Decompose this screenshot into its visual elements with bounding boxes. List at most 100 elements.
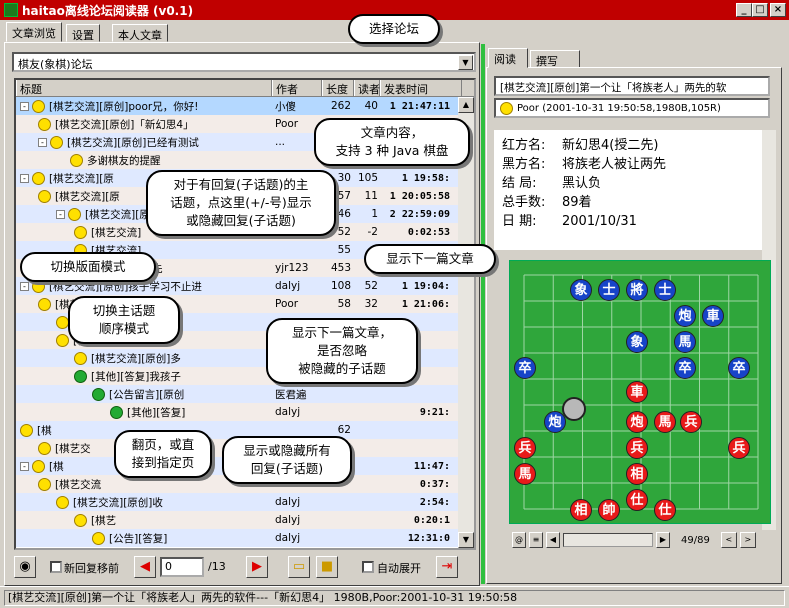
col-time[interactable]: 发表时间 [380, 80, 462, 96]
row-title-text: [棋艺交流] [91, 226, 142, 239]
chess-piece[interactable]: 馬 [674, 331, 696, 353]
scroll-up-icon[interactable]: ▲ [458, 97, 474, 113]
chess-piece[interactable]: 仕 [654, 499, 676, 521]
callout-next-article: 显示下一篇文章 [364, 244, 496, 274]
dropdown-arrow-icon[interactable]: ▼ [458, 55, 473, 70]
smile-icon [32, 171, 45, 185]
chess-piece[interactable]: 士 [598, 279, 620, 301]
scroll-down-icon[interactable]: ▼ [458, 532, 474, 548]
col-title[interactable]: 标题 [16, 80, 272, 96]
tab-compose[interactable]: 撰写 [530, 50, 580, 68]
board-prev-icon[interactable]: < [720, 532, 737, 548]
expand-toggle-icon[interactable]: - [56, 209, 65, 219]
chess-piece[interactable]: 象 [626, 331, 648, 353]
row-author: dalyj [275, 514, 301, 526]
prev-page-button[interactable]: ◀ [134, 556, 156, 578]
article-title-field: [棋艺交流][原创]第一个让「将族老人」两先的软 [494, 76, 770, 96]
board-start-icon[interactable]: ◀ [546, 532, 560, 548]
tab-read[interactable]: 阅读 [488, 48, 528, 68]
table-row[interactable]: - [棋艺交流][原创]poor兄，你好! 小傻 262 40 1 21:47:11 [16, 97, 474, 115]
chess-piece[interactable]: 兵 [728, 437, 750, 459]
chess-piece[interactable]: 兵 [680, 411, 702, 433]
chess-piece[interactable]: 車 [626, 381, 648, 403]
chess-piece[interactable]: 兵 [626, 437, 648, 459]
table-row[interactable]: [公告][答复] dalyj 12:31:0 [16, 529, 474, 547]
row-len: 58 [337, 298, 351, 310]
chess-piece[interactable]: 卒 [674, 357, 696, 379]
table-row[interactable]: [棋艺 dalyj 0:20:1 [16, 511, 474, 529]
expand-toggle-icon[interactable]: - [20, 461, 29, 471]
minimize-button[interactable]: _ [736, 3, 752, 17]
callout-next-skip: 显示下一篇文章， 是否忽略 被隐藏的子话题 [266, 318, 418, 384]
chess-piece[interactable]: 卒 [514, 357, 536, 379]
callout-select-forum: 选择论坛 [348, 14, 440, 44]
row-title: [公告][答复] [16, 531, 272, 546]
chess-piece[interactable]: 馬 [514, 463, 536, 485]
row-title: 多谢棋友的提醒 [16, 153, 272, 168]
expand-toggle-icon[interactable]: - [20, 101, 29, 111]
col-length[interactable]: 长度 [322, 80, 354, 96]
next-article-button[interactable]: ⇥ [436, 556, 458, 578]
board-tool-icon[interactable]: @ [512, 532, 526, 548]
chess-piece[interactable]: 象 [570, 279, 592, 301]
chess-piece[interactable]: 仕 [626, 489, 648, 511]
app-icon [4, 3, 18, 17]
row-title-text: [棋艺交流][原创]多 [91, 352, 181, 365]
chess-board[interactable]: 象士將士炮車象馬卒卒卒炮車炮馬兵兵兵兵馬相仕相帥仕 [509, 260, 771, 524]
auto-expand-checkbox[interactable] [362, 561, 374, 573]
row-author: dalyj [275, 496, 301, 508]
board-next-icon[interactable]: > [739, 532, 756, 548]
chess-piece[interactable]: 炮 [626, 411, 648, 433]
row-reads: 32 [364, 298, 378, 310]
col-reads[interactable]: 读者 [354, 80, 380, 96]
expand-toggle-icon[interactable]: - [20, 281, 29, 291]
next-page-button[interactable]: ▶ [246, 556, 268, 578]
chess-piece[interactable]: 帥 [598, 499, 620, 521]
tab-browse[interactable]: 文章浏览 [6, 22, 62, 42]
tab-my-articles[interactable]: 本人文章 [112, 24, 168, 42]
chess-piece[interactable]: 炮 [674, 305, 696, 327]
row-title: [棋艺交流][原创]「新幻思4」 [16, 117, 272, 132]
expand-toggle-icon[interactable]: - [38, 137, 47, 147]
row-title-text: [棋艺交流 [55, 478, 102, 491]
page-input[interactable]: 0 [160, 557, 204, 577]
row-title: [其他][答复] [16, 405, 272, 420]
layout-mode-button[interactable]: ◉ [14, 556, 36, 578]
chess-piece[interactable]: 馬 [654, 411, 676, 433]
new-reply-label: 新回复移前 [64, 562, 119, 575]
table-row[interactable]: [棋艺交流][原创]收 dalyj 2:54: [16, 493, 474, 511]
table-row[interactable]: [公告留言][原创 医君遍 [16, 385, 474, 403]
new-reply-checkbox[interactable] [50, 561, 62, 573]
tab-settings[interactable]: 设置 [66, 24, 100, 42]
board-slider[interactable] [563, 533, 653, 547]
col-author[interactable]: 作者 [272, 80, 322, 96]
pane-splitter[interactable] [481, 44, 485, 584]
row-time: 2:54: [419, 496, 450, 508]
smile-icon [32, 459, 45, 473]
toggle-all-replies-button[interactable]: ▭ [288, 556, 310, 578]
chess-piece[interactable]: 兵 [514, 437, 536, 459]
maximize-button[interactable]: □ [752, 3, 768, 17]
row-time: 0:20:1 [413, 514, 450, 526]
status-text: [棋艺交流][原创]第一个让「将族老人」两先的软件---「新幻思4」 1980B… [4, 590, 785, 606]
chess-piece[interactable]: 士 [654, 279, 676, 301]
chess-piece[interactable]: 卒 [728, 357, 750, 379]
toggle-order-button[interactable]: ■ [316, 556, 338, 578]
board-menu-icon[interactable]: ≡ [529, 532, 543, 548]
table-row[interactable]: [其他][答复] dalyj 9:21: [16, 403, 474, 421]
row-time: 1 19:58: [401, 172, 450, 184]
smile-icon [70, 153, 83, 167]
expand-toggle-icon[interactable]: - [20, 173, 29, 183]
row-title-text: [棋艺交流][原创]poor兄，你好! [49, 100, 199, 113]
board-end-icon[interactable]: ▶ [656, 532, 670, 548]
chess-piece[interactable]: 相 [570, 499, 592, 521]
chess-piece[interactable]: 相 [626, 463, 648, 485]
row-time: 1 21:47:11 [389, 100, 450, 112]
row-len: 108 [330, 280, 351, 292]
chess-piece[interactable]: 車 [702, 305, 724, 327]
forum-select[interactable]: 棋友(象棋)论坛 ▼ [12, 52, 476, 72]
close-button[interactable]: × [770, 3, 786, 17]
chess-piece[interactable]: 將 [626, 279, 648, 301]
row-time: 2 22:59:09 [389, 208, 450, 220]
smile-icon [50, 135, 63, 149]
